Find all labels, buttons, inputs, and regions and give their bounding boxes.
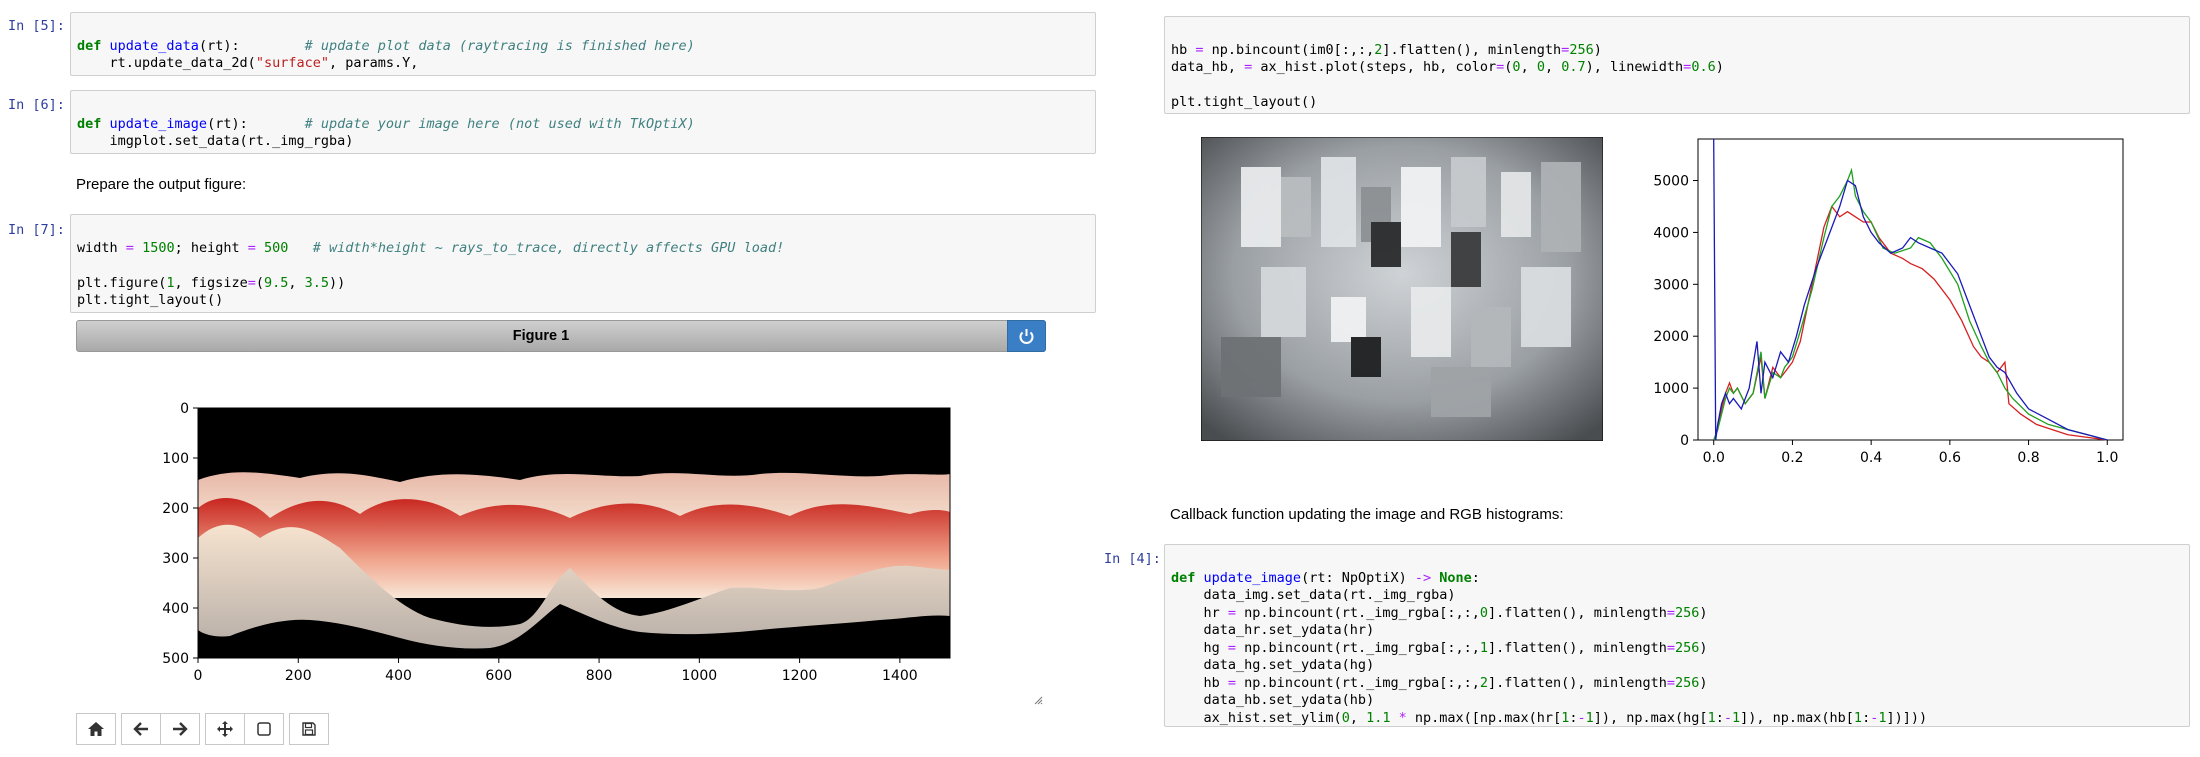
code-line: data_hg.set_ydata(hg): [1171, 657, 1375, 673]
surface-render-plot: 0 200 400 600 800 1000 1200 1400 0 100 200 300 400 5…: [162, 401, 951, 684]
x-tick-label: 1400: [882, 668, 918, 684]
save-icon: [302, 722, 316, 736]
zoom-rect-icon: [257, 722, 271, 736]
x-tick-label: 0.6: [1939, 450, 1961, 466]
code-line: plt.tight_layout(): [77, 292, 224, 308]
zoom-button[interactable]: [244, 713, 284, 745]
y-tick-label: 300: [162, 551, 189, 567]
code-cell-6[interactable]: def update_image(rt): # update your imag…: [70, 90, 1096, 154]
save-button[interactable]: [289, 713, 329, 745]
code-cell-5[interactable]: def update_data(rt): # update plot data …: [70, 12, 1096, 76]
y-axis: 0 100 200 300 400 500: [162, 401, 198, 667]
y-tick-label: 2000: [1653, 329, 1689, 345]
code-cell-7[interactable]: width = 1500; height = 500 # width*heigh…: [70, 214, 1096, 313]
x-tick-label: 200: [285, 668, 312, 684]
resize-handle-icon[interactable]: [1033, 695, 1043, 705]
cell-prompt-7: In [7]:: [8, 222, 65, 238]
code-line: rt.update_data_2d("surface", params.Y,: [77, 55, 419, 71]
y-tick-label: 500: [162, 651, 189, 667]
code-line: def update_image(rt): # update your imag…: [77, 115, 695, 132]
x-tick-label: 0.4: [1860, 450, 1882, 466]
code-cell-top[interactable]: hb = np.bincount(im0[:,:,2].flatten(), m…: [1164, 16, 2190, 114]
code-line: data_hb.set_ydata(hb): [1171, 692, 1375, 708]
cell-prompt-6: In [6]:: [8, 97, 65, 113]
x-axis: 0 200 400 600 800 1000 1200 1400: [194, 658, 918, 684]
pan-button[interactable]: [205, 713, 245, 745]
code-line: plt.tight_layout(): [1171, 94, 1318, 110]
markdown-prepare-figure: Prepare the output figure:: [76, 176, 247, 193]
x-tick-label: 1000: [682, 668, 718, 684]
forward-button[interactable]: [160, 713, 200, 745]
histogram-y-axis: 0 1000 2000 3000 4000 5000: [1653, 174, 1698, 449]
markdown-callback: Callback function updating the image and…: [1170, 506, 1564, 523]
code-line: imgplot.set_data(rt._img_rgba): [77, 133, 354, 149]
forward-arrow-icon: [173, 722, 188, 736]
x-tick-label: 0.2: [1781, 450, 1803, 466]
code-line: plt.figure(1, figsize=(9.5, 3.5)): [77, 274, 346, 291]
move-icon: [217, 721, 233, 737]
code-line: imgplot = plt.imshow(np.zeros((height, w…: [77, 310, 1089, 313]
x-tick-label: 400: [385, 668, 412, 684]
code-line: def update_data(rt): # update plot data …: [77, 37, 695, 54]
x-tick-label: 800: [586, 668, 613, 684]
y-tick-label: 0: [180, 401, 189, 417]
x-tick-label: 1200: [782, 668, 818, 684]
x-tick-label: 0.0: [1703, 450, 1725, 466]
y-tick-label: 4000: [1653, 225, 1689, 241]
y-tick-label: 0: [1680, 433, 1689, 449]
code-line: hb = np.bincount(im0[:,:,2].flatten(), m…: [1171, 41, 1602, 58]
x-tick-label: 0.8: [2017, 450, 2039, 466]
home-icon: [88, 722, 104, 736]
code-line: c=map_to_colors(params.Y, "OrRd")): [77, 73, 1089, 76]
cell-prompt-4: In [4]:: [1104, 551, 1161, 567]
power-icon: [1019, 329, 1034, 344]
histogram-frame: [1697, 138, 2124, 441]
x-tick-label: 600: [485, 668, 512, 684]
code-line: hr = np.bincount(rt._img_rgba[:,:,0].fla…: [1171, 604, 1708, 621]
figure-toolbar: [76, 713, 334, 745]
code-line: def update_image(rt: NpOptiX) -> None:: [1171, 569, 1480, 586]
cell-prompt-5: In [5]:: [8, 18, 65, 34]
x-tick-label: 1.0: [2096, 450, 2118, 466]
back-arrow-icon: [133, 722, 148, 736]
code-line: ax_hist.set_ylim(0, 1.1 * np.max([np.max…: [1171, 709, 1928, 726]
home-button[interactable]: [76, 713, 116, 745]
x-tick-label: 0: [194, 668, 203, 684]
y-tick-label: 3000: [1653, 277, 1689, 293]
code-line: width = 1500; height = 500 # width*heigh…: [77, 239, 785, 256]
y-tick-label: 5000: [1653, 174, 1689, 190]
code-line: hg = np.bincount(rt._img_rgba[:,:,1].fla…: [1171, 639, 1708, 656]
code-line: data_hb, = ax_hist.plot(steps, hb, color…: [1171, 59, 1724, 75]
figure-title: Figure 1: [512, 328, 570, 344]
code-cell-4[interactable]: def update_image(rt: NpOptiX) -> None: d…: [1164, 544, 2190, 727]
y-tick-label: 1000: [1653, 381, 1689, 397]
code-line: hb = np.bincount(rt._img_rgba[:,:,2].fla…: [1171, 674, 1708, 691]
back-button[interactable]: [121, 713, 161, 745]
close-figure-button[interactable]: [1007, 320, 1046, 352]
code-line: data_hr.set_ydata(hr): [1171, 622, 1375, 638]
y-tick-label: 400: [162, 601, 189, 617]
code-line: data_img.set_data(rt._img_rgba): [1171, 587, 1456, 603]
image-area: [198, 408, 950, 658]
code-line: plt.show(): [1171, 112, 2183, 114]
blocks-render-image: [1201, 137, 1603, 441]
code-line: plt.draw(): [77, 151, 1089, 154]
figure-titlebar: Figure 1: [76, 320, 1046, 352]
y-tick-label: 200: [162, 501, 189, 517]
rgb-histogram: 0.0 0.2 0.4 0.6 0.8 1.0 0 1000 2000 3000 4000 5000: [1653, 138, 2124, 466]
y-tick-label: 100: [162, 451, 189, 467]
histogram-x-axis: 0.0 0.2 0.4 0.6 0.8 1.0: [1703, 440, 2118, 466]
